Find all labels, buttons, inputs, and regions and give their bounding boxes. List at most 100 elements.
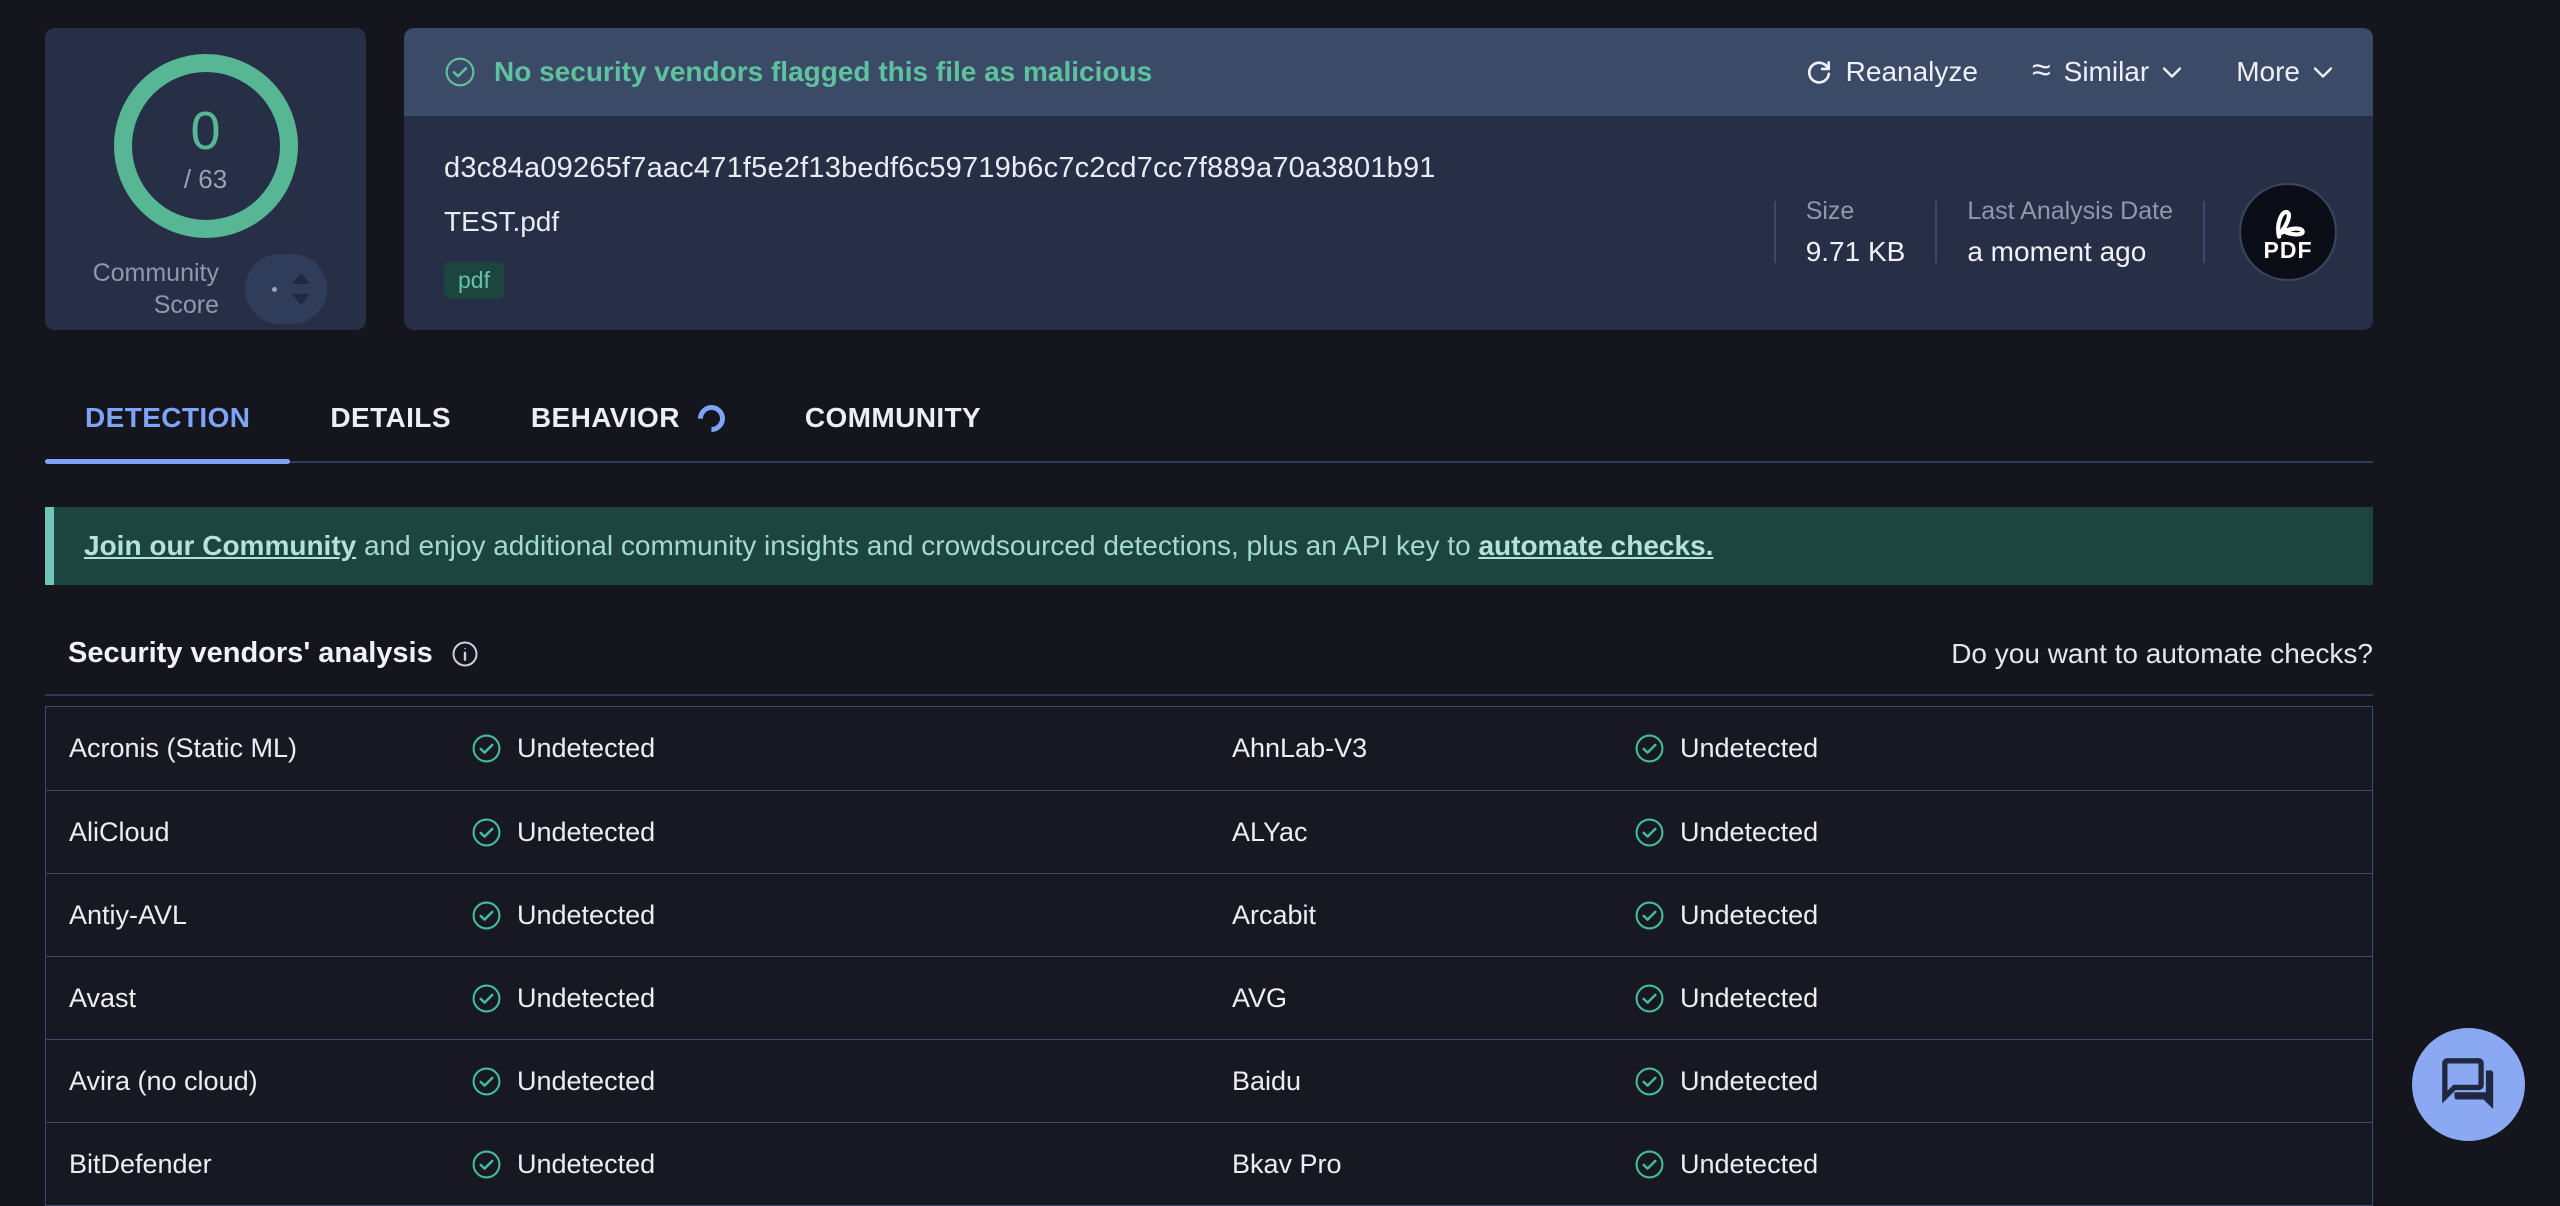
- header-actions: Reanalyze ≈ Similar More: [1805, 56, 2333, 88]
- last-analysis-block: Last Analysis Date a moment ago: [1937, 197, 2203, 268]
- tab-detection[interactable]: DETECTION: [45, 388, 290, 461]
- vendor-name: Antiy-AVL: [46, 900, 471, 931]
- more-button[interactable]: More: [2236, 56, 2333, 88]
- vendor-cell: AliCloud Undetected: [46, 791, 1209, 873]
- vendor-name: AhnLab-V3: [1209, 733, 1634, 764]
- vendor-status: Undetected: [1634, 1066, 1818, 1097]
- divider: [2203, 201, 2205, 263]
- chevron-down-icon: [2162, 66, 2182, 79]
- vendor-name: Baidu: [1209, 1066, 1634, 1097]
- check-circle-icon: [471, 1066, 502, 1097]
- file-size-block: Size 9.71 KB: [1776, 197, 1936, 268]
- reanalyze-icon: [1805, 58, 1833, 86]
- vendor-status: Undetected: [1634, 1149, 1818, 1180]
- check-circle-icon: [1634, 817, 1665, 848]
- vendor-status: Undetected: [471, 733, 655, 764]
- chat-support-button[interactable]: [2412, 1028, 2525, 1141]
- detection-score-donut: 0 / 63: [114, 54, 298, 238]
- similar-icon: ≈: [2032, 53, 2051, 87]
- detection-score-card: 0 / 63 Community Score: [45, 28, 366, 330]
- check-circle-icon: [1634, 900, 1665, 931]
- vendor-row: BitDefender Undetected Bkav Pro Undetect…: [46, 1122, 2372, 1205]
- check-circle-icon: [471, 900, 502, 931]
- size-value: 9.71 KB: [1806, 236, 1906, 268]
- vendor-row: Antiy-AVL Undetected Arcabit Undetected: [46, 873, 2372, 956]
- vendor-row: AliCloud Undetected ALYac Undetected: [46, 790, 2372, 873]
- vendor-name: Arcabit: [1209, 900, 1634, 931]
- detections-count: 0: [190, 104, 220, 158]
- similar-button[interactable]: ≈ Similar: [2032, 56, 2182, 88]
- file-identity: d3c84a09265f7aac471f5e2f13bedf6c59719b6c…: [444, 152, 1436, 330]
- tab-behavior[interactable]: BEHAVIOR: [491, 388, 765, 461]
- tag-pdf[interactable]: pdf: [444, 262, 504, 299]
- report-header: 0 / 63 Community Score: [45, 28, 2373, 330]
- vendor-cell: BitDefender Undetected: [46, 1123, 1209, 1205]
- vendor-cell: Antiy-AVL Undetected: [46, 874, 1209, 956]
- vendor-cell: Avira (no cloud) Undetected: [46, 1040, 1209, 1122]
- community-score-label: Community Score: [93, 257, 219, 322]
- vendor-status: Undetected: [471, 983, 655, 1014]
- check-circle-icon: [471, 733, 502, 764]
- tab-details[interactable]: DETAILS: [290, 388, 491, 461]
- vendor-status: Undetected: [471, 900, 655, 931]
- vendor-status: Undetected: [1634, 983, 1818, 1014]
- vendor-cell: AhnLab-V3 Undetected: [1209, 707, 2372, 790]
- engines-total: / 63: [184, 164, 227, 195]
- last-analysis-value: a moment ago: [1967, 236, 2173, 268]
- vendor-status: Undetected: [1634, 733, 1818, 764]
- info-icon[interactable]: [450, 639, 480, 669]
- last-analysis-label: Last Analysis Date: [1967, 197, 2173, 226]
- vendors-table: Acronis (Static ML) Undetected AhnLab-V3…: [45, 706, 2373, 1206]
- pdf-badge-label: PDF: [2264, 239, 2313, 262]
- automate-checks-link[interactable]: automate checks.: [1478, 530, 1713, 561]
- vendor-cell: Avast Undetected: [46, 957, 1209, 1039]
- check-circle-icon: [1634, 983, 1665, 1014]
- file-meta: Size 9.71 KB Last Analysis Date a moment…: [1774, 183, 2337, 281]
- chevron-down-icon: [2313, 66, 2333, 79]
- check-circle-icon: [1634, 1149, 1665, 1180]
- forum-chat-icon: [2440, 1056, 2498, 1114]
- vendor-name: Avast: [46, 983, 471, 1014]
- vendor-status: Undetected: [471, 817, 655, 848]
- vendor-cell: Bkav Pro Undetected: [1209, 1123, 2372, 1205]
- vendor-cell: AVG Undetected: [1209, 957, 2372, 1039]
- vendor-name: Acronis (Static ML): [46, 733, 471, 764]
- vote-score-dot-icon: [272, 287, 277, 292]
- vendor-name: AVG: [1209, 983, 1634, 1014]
- vendor-cell: ALYac Undetected: [1209, 791, 2372, 873]
- automate-checks-prompt[interactable]: Do you want to automate checks?: [1951, 638, 2373, 670]
- vendor-row: Avira (no cloud) Undetected Baidu Undete…: [46, 1039, 2372, 1122]
- vendor-status: Undetected: [1634, 817, 1818, 848]
- verdict-status: No security vendors flagged this file as…: [444, 56, 1152, 88]
- file-summary-card: No security vendors flagged this file as…: [404, 28, 2373, 330]
- vote-down-icon[interactable]: [292, 294, 310, 305]
- reanalyze-button[interactable]: Reanalyze: [1805, 56, 1978, 88]
- community-vote-widget[interactable]: [245, 254, 327, 324]
- vendor-status: Undetected: [1634, 900, 1818, 931]
- loading-spinner-icon: [692, 399, 730, 437]
- vendor-name: Bkav Pro: [1209, 1149, 1634, 1180]
- check-circle-icon: [471, 817, 502, 848]
- vote-up-icon[interactable]: [292, 273, 310, 284]
- file-tags: pdf: [444, 262, 1436, 299]
- vendors-section-header: Security vendors' analysis Do you want t…: [45, 637, 2373, 696]
- vendor-name: AliCloud: [46, 817, 471, 848]
- vendors-analysis-title: Security vendors' analysis: [45, 637, 480, 670]
- tab-community[interactable]: COMMUNITY: [765, 388, 1021, 461]
- vendor-name: Avira (no cloud): [46, 1066, 471, 1097]
- report-tabs: DETECTION DETAILS BEHAVIOR COMMUNITY: [45, 388, 2373, 463]
- check-circle-icon: [444, 56, 476, 88]
- vendor-cell: Acronis (Static ML) Undetected: [46, 707, 1209, 790]
- size-label: Size: [1806, 197, 1906, 226]
- file-hash: d3c84a09265f7aac471f5e2f13bedf6c59719b6c…: [444, 152, 1436, 185]
- acrobat-loop-icon: [2262, 202, 2314, 242]
- join-community-banner: Join our Community and enjoy additional …: [45, 507, 2373, 585]
- check-circle-icon: [471, 983, 502, 1014]
- check-circle-icon: [471, 1149, 502, 1180]
- vendor-row: Avast Undetected AVG Undetected: [46, 956, 2372, 1039]
- verdict-text: No security vendors flagged this file as…: [494, 56, 1152, 88]
- vendor-name: BitDefender: [46, 1149, 471, 1180]
- join-community-link[interactable]: Join our Community: [84, 530, 356, 561]
- vendor-status: Undetected: [471, 1066, 655, 1097]
- vendor-cell: Arcabit Undetected: [1209, 874, 2372, 956]
